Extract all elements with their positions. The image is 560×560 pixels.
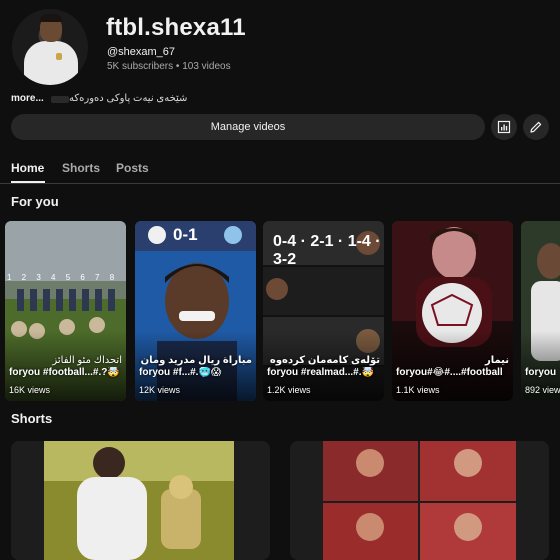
channel-handle: @shexam_67 [107, 46, 176, 58]
pencil-icon [530, 121, 542, 133]
video-caption: اتحداك مئو الفائز [52, 355, 122, 366]
analytics-icon [497, 120, 511, 134]
tab-home[interactable]: Home [11, 161, 44, 175]
tab-shorts[interactable]: Shorts [62, 161, 100, 175]
video-views: 1.1K views [396, 385, 440, 395]
tab-posts[interactable]: Posts [116, 161, 149, 175]
video-card[interactable]: نیمار foryou#😂#....#football 1.1K views [392, 221, 513, 401]
video-title: foryou #f...#.🥶😱 [139, 367, 222, 378]
description-more-link[interactable]: more... [11, 93, 44, 104]
edit-channel-button[interactable] [523, 114, 549, 140]
short-card[interactable] [290, 441, 549, 560]
video-card[interactable]: foryou 892 views [521, 221, 560, 401]
channel-avatar[interactable] [12, 9, 88, 85]
video-views: 1.2K views [267, 385, 311, 395]
video-caption: مباراة ريال مدريد ومان سيتي [139, 355, 252, 366]
channel-description[interactable]: more... شێخەی نیەت پاوکی دەورەکە [11, 93, 311, 107]
video-card[interactable]: 0-4 · 2-1 · 1-4 · 3-2 تۆلەی کامەمان کردە… [263, 221, 384, 401]
short-thumbnail [11, 441, 270, 560]
analytics-button[interactable] [491, 114, 517, 140]
video-views: 892 views [525, 385, 560, 395]
video-title: foryou#😂#....#football [396, 367, 503, 378]
section-title-shorts: Shorts [11, 411, 53, 426]
video-views: 16K views [9, 385, 51, 395]
manage-videos-button[interactable]: Manage videos [11, 114, 485, 140]
video-caption: نیمار [484, 355, 509, 366]
thumbnail-number-text: 1 2 3 4 5 6 7 8 [7, 273, 119, 282]
section-title-for-you: For you [11, 194, 59, 209]
channel-tabs: Home Shorts Posts [0, 156, 560, 184]
description-text: شێخەی نیەت پاوکی دەورەکە [69, 93, 188, 104]
channel-name: ftbl.shexa11 [106, 14, 246, 41]
video-views: 12K views [139, 385, 181, 395]
video-title: foryou #realmad...#.🤯 [267, 367, 374, 378]
active-tab-indicator [11, 181, 45, 183]
channel-stats: 5K subscribers • 103 videos [107, 61, 231, 72]
short-card[interactable] [11, 441, 270, 560]
short-thumbnail [290, 441, 549, 560]
thumbnail-score-text: 0-1 [173, 225, 198, 244]
video-caption: تۆلەی کامەمان کردەوە [269, 355, 380, 366]
video-title: foryou [525, 367, 557, 378]
video-title: foryou #football...#.?🤯 [9, 367, 120, 378]
video-card[interactable]: 1 2 3 4 5 6 7 8 اتحداك مئو الفائز foryou… [5, 221, 126, 401]
video-card[interactable]: 0-1 مباراة ريال مدريد ومان سيتي foryou #… [135, 221, 256, 401]
thumbnail-score-text: 0-4 · 2-1 · 1-4 · 3-2 [273, 233, 381, 268]
